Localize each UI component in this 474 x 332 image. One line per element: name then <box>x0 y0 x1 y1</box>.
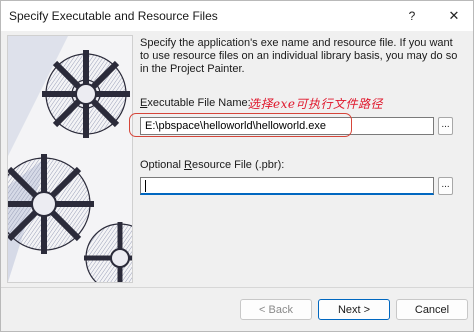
annotation-highlight-box <box>129 113 352 137</box>
back-button[interactable]: < Back <box>240 299 312 320</box>
specify-files-dialog: Specify Executable and Resource Files ? … <box>0 0 474 332</box>
instructions-text: Specify the application's exe name and r… <box>140 37 458 75</box>
gears-illustration <box>7 35 133 283</box>
next-button[interactable]: Next > <box>318 299 390 320</box>
resource-label-prefix: Optional <box>140 159 185 171</box>
gears-icon <box>8 36 132 282</box>
footer-divider <box>1 287 473 288</box>
annotation-note: 选择exe可执行文件路径 <box>248 97 383 111</box>
close-button[interactable]: ✕ <box>433 1 474 31</box>
executable-file-label: Executable File Name: <box>140 97 251 109</box>
text-caret <box>145 180 146 193</box>
close-icon: ✕ <box>448 8 460 23</box>
help-button[interactable]: ? <box>391 1 433 31</box>
executable-browse-button[interactable]: ... <box>438 117 453 135</box>
title-bar: Specify Executable and Resource Files ? … <box>1 1 473 31</box>
resource-file-input[interactable] <box>140 177 434 195</box>
resource-label-accel: R <box>184 159 192 171</box>
executable-label-text: xecutable File Name: <box>147 97 251 109</box>
dialog-title: Specify Executable and Resource Files <box>9 9 218 23</box>
resource-browse-button[interactable]: ... <box>438 177 453 195</box>
cancel-button[interactable]: Cancel <box>396 299 468 320</box>
resource-file-label: Optional Resource File (.pbr): <box>140 159 284 171</box>
resource-label-text: esource File (.pbr): <box>191 159 285 171</box>
